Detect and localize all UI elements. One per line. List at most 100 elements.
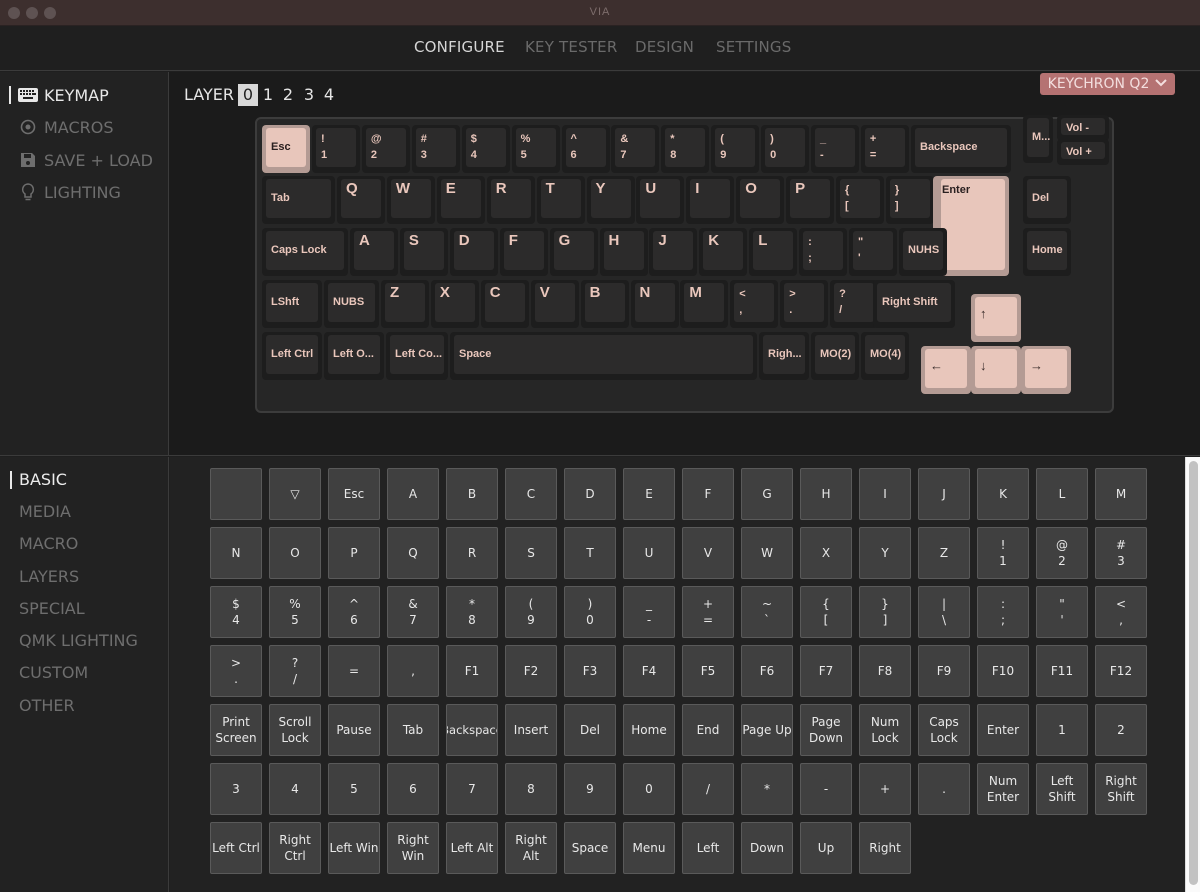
keycode-button[interactable]: O bbox=[269, 527, 321, 579]
keymap-key[interactable]: Righ... bbox=[759, 332, 809, 380]
keycode-button[interactable]: % 5 bbox=[269, 586, 321, 638]
sidebar-item-macros[interactable]: MACROS bbox=[18, 115, 114, 139]
keymap-key[interactable]: % 5 bbox=[511, 125, 560, 173]
category-media[interactable]: MEDIA bbox=[19, 502, 71, 521]
keymap-key[interactable]: E bbox=[436, 176, 485, 224]
tab-design[interactable]: DESIGN bbox=[635, 38, 694, 56]
scrollbar-thumb[interactable] bbox=[1189, 461, 1198, 885]
keycode-button[interactable]: F9 bbox=[918, 645, 970, 697]
sidebar-item-keymap[interactable]: KEYMAP bbox=[18, 83, 109, 107]
keymap-key[interactable]: A bbox=[350, 228, 398, 276]
keycode-button[interactable]: F5 bbox=[682, 645, 734, 697]
keymap-key[interactable]: T bbox=[536, 176, 585, 224]
keycode-button[interactable]: F7 bbox=[800, 645, 852, 697]
keymap-key[interactable]: #3 bbox=[411, 125, 460, 173]
category-custom[interactable]: CUSTOM bbox=[19, 663, 88, 682]
keymap-key[interactable]: Q bbox=[337, 176, 385, 224]
keymap-key[interactable]: Home bbox=[1023, 228, 1071, 276]
keycode-button[interactable]: * bbox=[741, 763, 793, 815]
keycode-button[interactable]: G bbox=[741, 468, 793, 520]
keycode-button[interactable]: + bbox=[859, 763, 911, 815]
keycode-button[interactable]: Insert bbox=[505, 704, 557, 756]
keymap-key[interactable]: Vol + bbox=[1057, 139, 1109, 165]
keycode-button[interactable]: X bbox=[800, 527, 852, 579]
category-basic[interactable]: BASIC bbox=[19, 470, 67, 489]
keymap-key[interactable]: }] bbox=[885, 176, 934, 224]
keycode-button[interactable]: F4 bbox=[623, 645, 675, 697]
keymap-key[interactable]: & 7 bbox=[611, 125, 660, 173]
keycode-button[interactable]: Del bbox=[564, 704, 616, 756]
keycode-button[interactable]: J bbox=[918, 468, 970, 520]
keymap-key[interactable]: H bbox=[599, 228, 648, 276]
keymap-key[interactable]: Vol - bbox=[1057, 115, 1109, 141]
keycode-button[interactable]: _ - bbox=[623, 586, 675, 638]
keycode-button[interactable]: D bbox=[564, 468, 616, 520]
tab-settings[interactable]: SETTINGS bbox=[716, 38, 791, 56]
keymap-key[interactable]: ^ 6 bbox=[561, 125, 610, 173]
keycode-button[interactable]: # 3 bbox=[1095, 527, 1147, 579]
keycode-button[interactable]: F bbox=[682, 468, 734, 520]
keymap-key[interactable]: Left Co... bbox=[386, 332, 448, 380]
keycode-button[interactable]: | \ bbox=[918, 586, 970, 638]
keymap-key[interactable]: ← bbox=[921, 346, 971, 394]
keycode-button[interactable]: Right Alt bbox=[505, 822, 557, 874]
keycode-button[interactable]: End bbox=[682, 704, 734, 756]
keycode-button[interactable]: Menu bbox=[623, 822, 675, 874]
layer-3-button[interactable]: 3 bbox=[299, 84, 319, 106]
keycode-button[interactable]: 9 bbox=[564, 763, 616, 815]
keymap-key[interactable]: R bbox=[486, 176, 535, 224]
keymap-key[interactable]: NUBS bbox=[324, 280, 379, 328]
keymap-key[interactable]: I bbox=[686, 176, 735, 224]
keycode-button[interactable]: N bbox=[210, 527, 262, 579]
keycode-button[interactable]: Right Win bbox=[387, 822, 439, 874]
keycode-button[interactable]: Up bbox=[800, 822, 852, 874]
keymap-key[interactable]: K bbox=[699, 228, 748, 276]
keymap-key[interactable]: F bbox=[499, 228, 548, 276]
keycode-button[interactable]: Left Ctrl bbox=[210, 822, 262, 874]
keycode-button[interactable]: Scroll Lock bbox=[269, 704, 321, 756]
keymap-key[interactable]: ) 0 bbox=[761, 125, 810, 173]
keycode-button[interactable]: . bbox=[918, 763, 970, 815]
keycode-button[interactable]: K bbox=[977, 468, 1029, 520]
keycode-button[interactable]: " ' bbox=[1036, 586, 1088, 638]
keycode-button[interactable]: Tab bbox=[387, 704, 439, 756]
keymap-key[interactable]: L bbox=[749, 228, 798, 276]
keymap-key[interactable]: Left O... bbox=[324, 332, 384, 380]
keycode-button[interactable]: S bbox=[505, 527, 557, 579]
layer-2-button[interactable]: 2 bbox=[278, 84, 298, 106]
category-layers[interactable]: LAYERS bbox=[19, 567, 79, 586]
keymap-key[interactable]: D bbox=[449, 228, 498, 276]
keymap-key[interactable]: ↑ bbox=[971, 294, 1021, 342]
keycode-button[interactable]: 4 bbox=[269, 763, 321, 815]
layer-4-button[interactable]: 4 bbox=[319, 84, 339, 106]
keycode-button[interactable]: Left Shift bbox=[1036, 763, 1088, 815]
keycode-button[interactable]: L bbox=[1036, 468, 1088, 520]
keymap-key[interactable]: Left Ctrl bbox=[262, 332, 322, 380]
keymap-key[interactable]: @2 bbox=[361, 125, 410, 173]
category-other[interactable]: OTHER bbox=[19, 696, 75, 715]
keymap-key[interactable]: X bbox=[430, 280, 479, 328]
keycode-button[interactable]: F11 bbox=[1036, 645, 1088, 697]
keymap-key[interactable]: U bbox=[636, 176, 685, 224]
keycode-button[interactable]: ▽ bbox=[269, 468, 321, 520]
keycode-button[interactable]: & 7 bbox=[387, 586, 439, 638]
keymap-key[interactable]: >. bbox=[780, 280, 829, 328]
keymap-key[interactable]: B bbox=[580, 280, 629, 328]
keymap-key[interactable]: Caps Lock bbox=[262, 228, 348, 276]
keymap-key[interactable]: O bbox=[736, 176, 785, 224]
keycode-button[interactable]: < , bbox=[1095, 586, 1147, 638]
keymap-key[interactable]: Tab bbox=[262, 176, 335, 224]
keycode-button[interactable]: F10 bbox=[977, 645, 1029, 697]
keymap-key[interactable]: S bbox=[399, 228, 448, 276]
keycode-button[interactable]: 7 bbox=[446, 763, 498, 815]
keycode-button[interactable]: Page Down bbox=[800, 704, 852, 756]
keycode-button[interactable]: V bbox=[682, 527, 734, 579]
keycode-button[interactable]: Space bbox=[564, 822, 616, 874]
keymap-key[interactable]: $4 bbox=[461, 125, 510, 173]
keycode-button[interactable]: : ; bbox=[977, 586, 1029, 638]
keycode-button[interactable]: , bbox=[387, 645, 439, 697]
keycode-button[interactable]: Left bbox=[682, 822, 734, 874]
keycode-button[interactable]: * 8 bbox=[446, 586, 498, 638]
keycode-button[interactable]: 5 bbox=[328, 763, 380, 815]
keycode-button[interactable]: = bbox=[328, 645, 380, 697]
